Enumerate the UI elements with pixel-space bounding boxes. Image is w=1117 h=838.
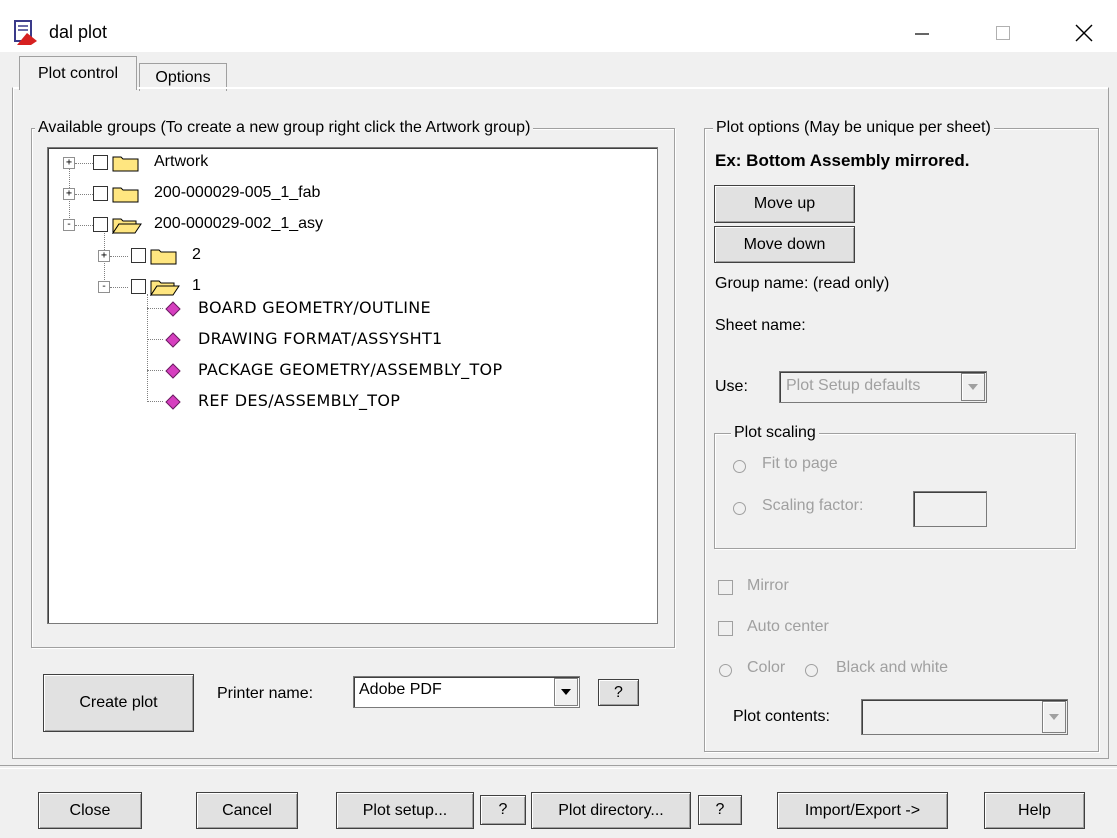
black-and-white-radio[interactable]: [805, 664, 818, 677]
plot-setup-button[interactable]: Plot setup...: [336, 792, 474, 829]
import-export-button[interactable]: Import/Export ->: [777, 792, 948, 829]
plot-options-legend: Plot options (May be unique per sheet): [713, 119, 994, 137]
printer-dropdown-button[interactable]: [554, 678, 578, 706]
collapse-icon[interactable]: -: [63, 219, 75, 231]
maximize-icon: [996, 26, 1010, 40]
tree-leaf-ref-des[interactable]: REF DES/ASSEMBLY_TOP: [48, 390, 648, 412]
layer-icon: [165, 363, 181, 379]
tree-item-2[interactable]: + 2: [48, 245, 648, 267]
tree-item-label: 200-000029-002_1_asy: [154, 215, 324, 232]
printer-select-value: Adobe PDF: [359, 681, 442, 698]
tab-plot-control[interactable]: Plot control: [19, 56, 137, 90]
plot-contents-dropdown-button[interactable]: [1042, 701, 1066, 733]
folder-icon: [112, 187, 139, 203]
close-button[interactable]: Close: [38, 792, 142, 829]
tree-checkbox[interactable]: [93, 155, 108, 170]
use-select[interactable]: Plot Setup defaults: [779, 371, 987, 403]
minimize-icon: [915, 33, 929, 35]
scaling-factor-input[interactable]: [913, 491, 987, 527]
tree-checkbox[interactable]: [131, 248, 146, 263]
tree-item-asy[interactable]: - 200-000029-002_1_asy: [48, 214, 648, 236]
plot-setup-help-button[interactable]: ?: [480, 795, 526, 825]
expand-icon[interactable]: +: [63, 157, 75, 169]
color-radio[interactable]: [719, 664, 732, 677]
tree-checkbox[interactable]: [93, 186, 108, 201]
scaling-factor-radio[interactable]: [733, 502, 746, 515]
tree-leaf-label: REF DES/ASSEMBLY_TOP: [198, 391, 401, 410]
mirror-label: Mirror: [747, 577, 789, 594]
chevron-down-icon: [968, 384, 978, 390]
printer-name-label: Printer name:: [217, 685, 314, 702]
tree-leaf-drawing-format[interactable]: DRAWING FORMAT/ASSYSHT1: [48, 328, 648, 350]
tree-leaf-label: DRAWING FORMAT/ASSYSHT1: [198, 329, 443, 348]
tree-leaf-package-geometry[interactable]: PACKAGE GEOMETRY/ASSEMBLY_TOP: [48, 359, 648, 381]
move-down-button[interactable]: Move down: [714, 226, 855, 263]
use-dropdown-button[interactable]: [961, 373, 985, 401]
chevron-down-icon: [561, 689, 571, 695]
plot-contents-select[interactable]: [861, 699, 1068, 735]
layer-icon: [165, 301, 181, 317]
collapse-icon[interactable]: -: [98, 281, 110, 293]
open-folder-icon: [112, 218, 142, 234]
close-icon: [1075, 24, 1093, 42]
plot-directory-button[interactable]: Plot directory...: [531, 792, 691, 829]
auto-center-label: Auto center: [747, 618, 829, 635]
tree-leaf-label: PACKAGE GEOMETRY/ASSEMBLY_TOP: [198, 360, 503, 379]
tab-plot-control-label: Plot control: [37, 64, 119, 82]
folder-icon: [150, 249, 177, 265]
use-label: Use:: [715, 378, 748, 395]
available-groups-legend: Available groups (To create a new group …: [35, 119, 534, 137]
sheet-name-label: Sheet name:: [715, 317, 806, 334]
app-icon: [14, 20, 37, 45]
plot-directory-help-button[interactable]: ?: [698, 795, 742, 825]
group-name-label: Group name: (read only): [715, 275, 890, 292]
tree-item-artwork[interactable]: + Artwork: [48, 152, 648, 174]
folder-icon: [112, 156, 139, 172]
tree-leaf-label: BOARD GEOMETRY/OUTLINE: [198, 298, 431, 317]
expand-icon[interactable]: +: [63, 188, 75, 200]
tree-item-label: 200-000029-005_1_fab: [154, 184, 321, 201]
create-plot-button[interactable]: Create plot: [43, 674, 194, 732]
open-folder-icon: [150, 280, 180, 296]
help-button[interactable]: Help: [984, 792, 1085, 829]
layer-icon: [165, 394, 181, 410]
window-title: dal plot: [49, 22, 108, 42]
plot-options-example: Ex: Bottom Assembly mirrored.: [715, 151, 970, 170]
plot-scaling-box: [714, 433, 1076, 549]
black-and-white-label: Black and white: [836, 659, 949, 676]
tree-item-label: 2: [192, 246, 201, 263]
layer-icon: [165, 332, 181, 348]
move-up-button[interactable]: Move up: [714, 185, 855, 223]
printer-select[interactable]: Adobe PDF: [353, 676, 580, 708]
tab-options-label: Options: [155, 68, 211, 86]
mirror-checkbox[interactable]: [718, 580, 733, 595]
color-label: Color: [747, 659, 786, 676]
footer-divider: [0, 765, 1117, 769]
auto-center-checkbox[interactable]: [718, 621, 733, 636]
plot-contents-label: Plot contents:: [733, 708, 830, 725]
tree-item-fab[interactable]: + 200-000029-005_1_fab: [48, 183, 648, 205]
tree-item-label: Artwork: [154, 153, 209, 170]
tree-item-label: 1: [192, 277, 201, 294]
tree-leaf-board-geometry[interactable]: BOARD GEOMETRY/OUTLINE: [48, 297, 648, 319]
tree-item-1[interactable]: - 1: [48, 276, 648, 298]
printer-help-button[interactable]: ?: [598, 679, 639, 706]
expand-icon[interactable]: +: [98, 250, 110, 262]
scaling-factor-label: Scaling factor:: [762, 497, 864, 514]
tree-checkbox[interactable]: [131, 279, 146, 294]
plot-scaling-legend: Plot scaling: [731, 424, 819, 442]
fit-to-page-radio[interactable]: [733, 460, 746, 473]
use-select-value: Plot Setup defaults: [786, 377, 921, 394]
chevron-down-icon: [1049, 714, 1059, 720]
cancel-button[interactable]: Cancel: [196, 792, 298, 829]
fit-to-page-label: Fit to page: [762, 455, 838, 472]
group-tree[interactable]: + Artwork + 200-000029-005_1_fab - 200-0…: [47, 147, 658, 624]
tree-checkbox[interactable]: [93, 217, 108, 232]
